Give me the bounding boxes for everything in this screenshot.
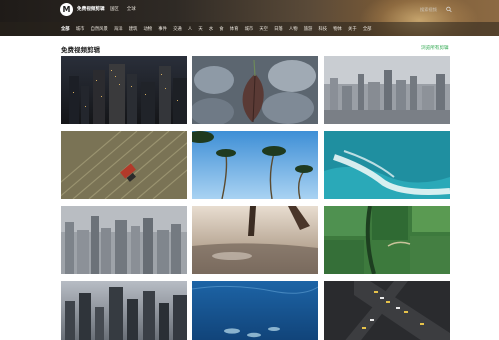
- category-item-13[interactable]: 城市: [245, 26, 254, 32]
- logo-letter: M: [62, 4, 71, 14]
- category-item-8[interactable]: 人: [188, 26, 192, 32]
- category-bar: 全部 城市 自然风景 海洋 建筑 动物 事件 交通 人 天 水 食 体育 城市 …: [0, 22, 499, 36]
- nav-link-china[interactable]: 国区: [110, 6, 119, 12]
- category-item-4[interactable]: 建筑: [129, 26, 138, 32]
- logo-icon[interactable]: M: [60, 3, 73, 16]
- category-item-17[interactable]: 旅游: [304, 26, 313, 32]
- category-item-3[interactable]: 海洋: [114, 26, 123, 32]
- search-icon[interactable]: [446, 6, 452, 13]
- view-all-link[interactable]: 浏览所有剪辑: [421, 45, 449, 51]
- category-item-5[interactable]: 动物: [144, 26, 153, 32]
- clip-thumbnail-tractor-field-aerial[interactable]: [61, 131, 187, 199]
- nav-link-global[interactable]: 全球: [127, 6, 136, 12]
- clip-thumbnail-traffic-intersection-aerial[interactable]: [324, 281, 450, 340]
- clip-thumbnail-ocean-wave-aerial[interactable]: [324, 131, 450, 199]
- category-item-6[interactable]: 事件: [158, 26, 167, 32]
- category-item-11[interactable]: 食: [219, 26, 223, 32]
- clip-thumbnail-underwater-fish[interactable]: [192, 281, 318, 340]
- category-item-15[interactable]: 日落: [274, 26, 283, 32]
- category-item-1[interactable]: 城市: [76, 26, 85, 32]
- top-nav: 国区 全球: [110, 6, 136, 12]
- category-item-14[interactable]: 天空: [259, 26, 268, 32]
- category-item-18[interactable]: 科技: [318, 26, 327, 32]
- category-item-2[interactable]: 自然风景: [91, 26, 108, 32]
- category-item-0[interactable]: 全部: [61, 26, 70, 32]
- clip-thumbnail-city-night-aerial[interactable]: [61, 56, 187, 124]
- clip-thumbnail-dense-city-skyline[interactable]: [61, 206, 187, 274]
- category-item-10[interactable]: 水: [209, 26, 213, 32]
- category-item-12[interactable]: 体育: [230, 26, 239, 32]
- clip-thumbnail-city-skyline-haze[interactable]: [324, 56, 450, 124]
- site-name[interactable]: 免费视频剪辑: [77, 6, 105, 12]
- search-box: [418, 4, 454, 14]
- category-item-7[interactable]: 交通: [173, 26, 182, 32]
- site-header: M 免费视频剪辑 国区 全球 全部 城市 自然风景 海洋 建筑 动物 事件 交通…: [0, 0, 499, 36]
- category-item-21[interactable]: 全部: [363, 26, 372, 32]
- clip-thumbnail-palm-trees-sky[interactable]: [192, 131, 318, 199]
- clip-thumbnail-shoreline-footprints[interactable]: [192, 206, 318, 274]
- clip-thumbnail-frosty-leaves-closeup[interactable]: [192, 56, 318, 124]
- clip-thumbnail-green-farmland-aerial[interactable]: [324, 206, 450, 274]
- category-item-9[interactable]: 天: [198, 26, 202, 32]
- category-item-20[interactable]: 关于: [348, 26, 357, 32]
- clip-thumbnail-night-city-towers[interactable]: [61, 281, 187, 340]
- category-item-16[interactable]: 人物: [289, 26, 298, 32]
- section-title: 免费视频剪辑: [61, 46, 100, 54]
- search-input[interactable]: [420, 6, 446, 12]
- category-item-19[interactable]: 物体: [333, 26, 342, 32]
